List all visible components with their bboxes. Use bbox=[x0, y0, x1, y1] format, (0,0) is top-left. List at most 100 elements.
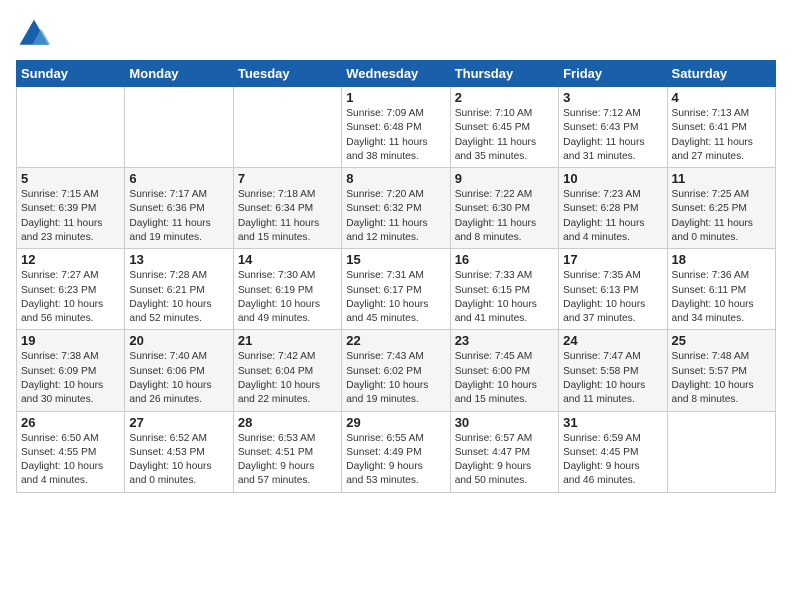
day-number: 19 bbox=[21, 333, 120, 348]
day-info: Sunrise: 7:10 AM Sunset: 6:45 PM Dayligh… bbox=[455, 107, 554, 164]
day-info: Sunrise: 6:57 AM Sunset: 4:47 PM Dayligh… bbox=[455, 432, 554, 489]
day-info: Sunrise: 7:15 AM Sunset: 6:39 PM Dayligh… bbox=[21, 188, 120, 245]
day-info: Sunrise: 7:12 AM Sunset: 6:43 PM Dayligh… bbox=[563, 107, 662, 164]
calendar-header-sunday: Sunday bbox=[17, 61, 125, 87]
day-info: Sunrise: 7:33 AM Sunset: 6:15 PM Dayligh… bbox=[455, 269, 554, 326]
calendar-cell: 25 Sunrise: 7:48 AM Sunset: 5:57 PM Dayli… bbox=[667, 330, 775, 411]
day-info: Sunrise: 6:52 AM Sunset: 4:53 PM Dayligh… bbox=[129, 432, 228, 489]
calendar-cell bbox=[233, 87, 341, 168]
day-number: 25 bbox=[672, 333, 771, 348]
day-number: 31 bbox=[563, 415, 662, 430]
day-info: Sunrise: 7:20 AM Sunset: 6:32 PM Dayligh… bbox=[346, 188, 445, 245]
day-info: Sunrise: 7:31 AM Sunset: 6:17 PM Dayligh… bbox=[346, 269, 445, 326]
logo bbox=[16, 16, 56, 52]
calendar-cell: 29 Sunrise: 6:55 AM Sunset: 4:49 PM Dayli… bbox=[342, 411, 450, 492]
calendar-cell: 24Sunrise: 7:47 AM Sunset: 5:58 PM Dayli… bbox=[559, 330, 667, 411]
calendar-cell: 1Sunrise: 7:09 AM Sunset: 6:48 PM Daylig… bbox=[342, 87, 450, 168]
day-info: Sunrise: 7:47 AM Sunset: 5:58 PM Dayligh… bbox=[563, 350, 662, 407]
calendar-cell: 8Sunrise: 7:20 AM Sunset: 6:32 PM Daylig… bbox=[342, 168, 450, 249]
day-info: Sunrise: 7:17 AM Sunset: 6:36 PM Dayligh… bbox=[129, 188, 228, 245]
day-number: 18 bbox=[672, 252, 771, 267]
day-number: 17 bbox=[563, 252, 662, 267]
calendar-cell: 28 Sunrise: 6:53 AM Sunset: 4:51 PM Dayli… bbox=[233, 411, 341, 492]
day-number: 21 bbox=[238, 333, 337, 348]
calendar-week-row: 12 Sunrise: 7:27 AM Sunset: 6:23 PM Dayli… bbox=[17, 249, 776, 330]
calendar-cell: 30 Sunrise: 6:57 AM Sunset: 4:47 PM Dayli… bbox=[450, 411, 558, 492]
calendar-cell: 31 Sunrise: 6:59 AM Sunset: 4:45 PM Dayli… bbox=[559, 411, 667, 492]
day-info: Sunrise: 7:13 AM Sunset: 6:41 PM Dayligh… bbox=[672, 107, 771, 164]
day-number: 16 bbox=[455, 252, 554, 267]
calendar-cell: 5 Sunrise: 7:15 AM Sunset: 6:39 PM Daylig… bbox=[17, 168, 125, 249]
calendar-cell: 20 Sunrise: 7:40 AM Sunset: 6:06 PM Dayli… bbox=[125, 330, 233, 411]
calendar-header-tuesday: Tuesday bbox=[233, 61, 341, 87]
day-number: 7 bbox=[238, 171, 337, 186]
calendar-week-row: 19 Sunrise: 7:38 AM Sunset: 6:09 PM Dayli… bbox=[17, 330, 776, 411]
calendar-cell: 19 Sunrise: 7:38 AM Sunset: 6:09 PM Dayli… bbox=[17, 330, 125, 411]
calendar-header-monday: Monday bbox=[125, 61, 233, 87]
calendar-cell: 7 Sunrise: 7:18 AM Sunset: 6:34 PM Daylig… bbox=[233, 168, 341, 249]
calendar-week-row: 1Sunrise: 7:09 AM Sunset: 6:48 PM Daylig… bbox=[17, 87, 776, 168]
day-number: 20 bbox=[129, 333, 228, 348]
calendar-cell: 21 Sunrise: 7:42 AM Sunset: 6:04 PM Dayli… bbox=[233, 330, 341, 411]
day-info: Sunrise: 7:27 AM Sunset: 6:23 PM Dayligh… bbox=[21, 269, 120, 326]
day-info: Sunrise: 6:59 AM Sunset: 4:45 PM Dayligh… bbox=[563, 432, 662, 489]
calendar-cell bbox=[17, 87, 125, 168]
day-number: 26 bbox=[21, 415, 120, 430]
calendar-cell: 27 Sunrise: 6:52 AM Sunset: 4:53 PM Dayli… bbox=[125, 411, 233, 492]
day-info: Sunrise: 7:42 AM Sunset: 6:04 PM Dayligh… bbox=[238, 350, 337, 407]
calendar-cell: 11 Sunrise: 7:25 AM Sunset: 6:25 PM Dayli… bbox=[667, 168, 775, 249]
day-number: 2 bbox=[455, 90, 554, 105]
calendar-cell: 17 Sunrise: 7:35 AM Sunset: 6:13 PM Dayli… bbox=[559, 249, 667, 330]
day-info: Sunrise: 7:30 AM Sunset: 6:19 PM Dayligh… bbox=[238, 269, 337, 326]
day-info: Sunrise: 7:43 AM Sunset: 6:02 PM Dayligh… bbox=[346, 350, 445, 407]
day-info: Sunrise: 6:55 AM Sunset: 4:49 PM Dayligh… bbox=[346, 432, 445, 489]
day-number: 14 bbox=[238, 252, 337, 267]
day-info: Sunrise: 6:53 AM Sunset: 4:51 PM Dayligh… bbox=[238, 432, 337, 489]
day-info: Sunrise: 7:45 AM Sunset: 6:00 PM Dayligh… bbox=[455, 350, 554, 407]
day-number: 12 bbox=[21, 252, 120, 267]
day-info: Sunrise: 7:23 AM Sunset: 6:28 PM Dayligh… bbox=[563, 188, 662, 245]
calendar-cell: 22 Sunrise: 7:43 AM Sunset: 6:02 PM Dayli… bbox=[342, 330, 450, 411]
calendar-cell: 15 Sunrise: 7:31 AM Sunset: 6:17 PM Dayli… bbox=[342, 249, 450, 330]
day-info: Sunrise: 7:22 AM Sunset: 6:30 PM Dayligh… bbox=[455, 188, 554, 245]
calendar-header-friday: Friday bbox=[559, 61, 667, 87]
day-number: 15 bbox=[346, 252, 445, 267]
day-info: Sunrise: 7:25 AM Sunset: 6:25 PM Dayligh… bbox=[672, 188, 771, 245]
calendar-week-row: 5 Sunrise: 7:15 AM Sunset: 6:39 PM Daylig… bbox=[17, 168, 776, 249]
day-info: Sunrise: 7:35 AM Sunset: 6:13 PM Dayligh… bbox=[563, 269, 662, 326]
calendar-cell bbox=[125, 87, 233, 168]
day-number: 22 bbox=[346, 333, 445, 348]
day-number: 5 bbox=[21, 171, 120, 186]
day-info: Sunrise: 7:18 AM Sunset: 6:34 PM Dayligh… bbox=[238, 188, 337, 245]
day-number: 6 bbox=[129, 171, 228, 186]
day-number: 11 bbox=[672, 171, 771, 186]
day-number: 3 bbox=[563, 90, 662, 105]
day-number: 9 bbox=[455, 171, 554, 186]
calendar-cell: 4 Sunrise: 7:13 AM Sunset: 6:41 PM Daylig… bbox=[667, 87, 775, 168]
day-info: Sunrise: 7:38 AM Sunset: 6:09 PM Dayligh… bbox=[21, 350, 120, 407]
page-header bbox=[16, 16, 776, 52]
day-number: 1 bbox=[346, 90, 445, 105]
calendar-cell: 26Sunrise: 6:50 AM Sunset: 4:55 PM Dayli… bbox=[17, 411, 125, 492]
day-number: 23 bbox=[455, 333, 554, 348]
calendar-week-row: 26Sunrise: 6:50 AM Sunset: 4:55 PM Dayli… bbox=[17, 411, 776, 492]
calendar-cell: 9 Sunrise: 7:22 AM Sunset: 6:30 PM Daylig… bbox=[450, 168, 558, 249]
calendar: SundayMondayTuesdayWednesdayThursdayFrid… bbox=[16, 60, 776, 493]
day-number: 27 bbox=[129, 415, 228, 430]
calendar-header-saturday: Saturday bbox=[667, 61, 775, 87]
day-number: 28 bbox=[238, 415, 337, 430]
logo-icon bbox=[16, 16, 52, 52]
day-number: 30 bbox=[455, 415, 554, 430]
day-info: Sunrise: 7:40 AM Sunset: 6:06 PM Dayligh… bbox=[129, 350, 228, 407]
calendar-cell: 12 Sunrise: 7:27 AM Sunset: 6:23 PM Dayli… bbox=[17, 249, 125, 330]
calendar-cell: 10 Sunrise: 7:23 AM Sunset: 6:28 PM Dayli… bbox=[559, 168, 667, 249]
day-number: 29 bbox=[346, 415, 445, 430]
calendar-cell: 6 Sunrise: 7:17 AM Sunset: 6:36 PM Daylig… bbox=[125, 168, 233, 249]
day-info: Sunrise: 7:48 AM Sunset: 5:57 PM Dayligh… bbox=[672, 350, 771, 407]
calendar-header-thursday: Thursday bbox=[450, 61, 558, 87]
day-number: 4 bbox=[672, 90, 771, 105]
calendar-cell bbox=[667, 411, 775, 492]
calendar-cell: 13Sunrise: 7:28 AM Sunset: 6:21 PM Dayli… bbox=[125, 249, 233, 330]
day-number: 13 bbox=[129, 252, 228, 267]
day-number: 10 bbox=[563, 171, 662, 186]
